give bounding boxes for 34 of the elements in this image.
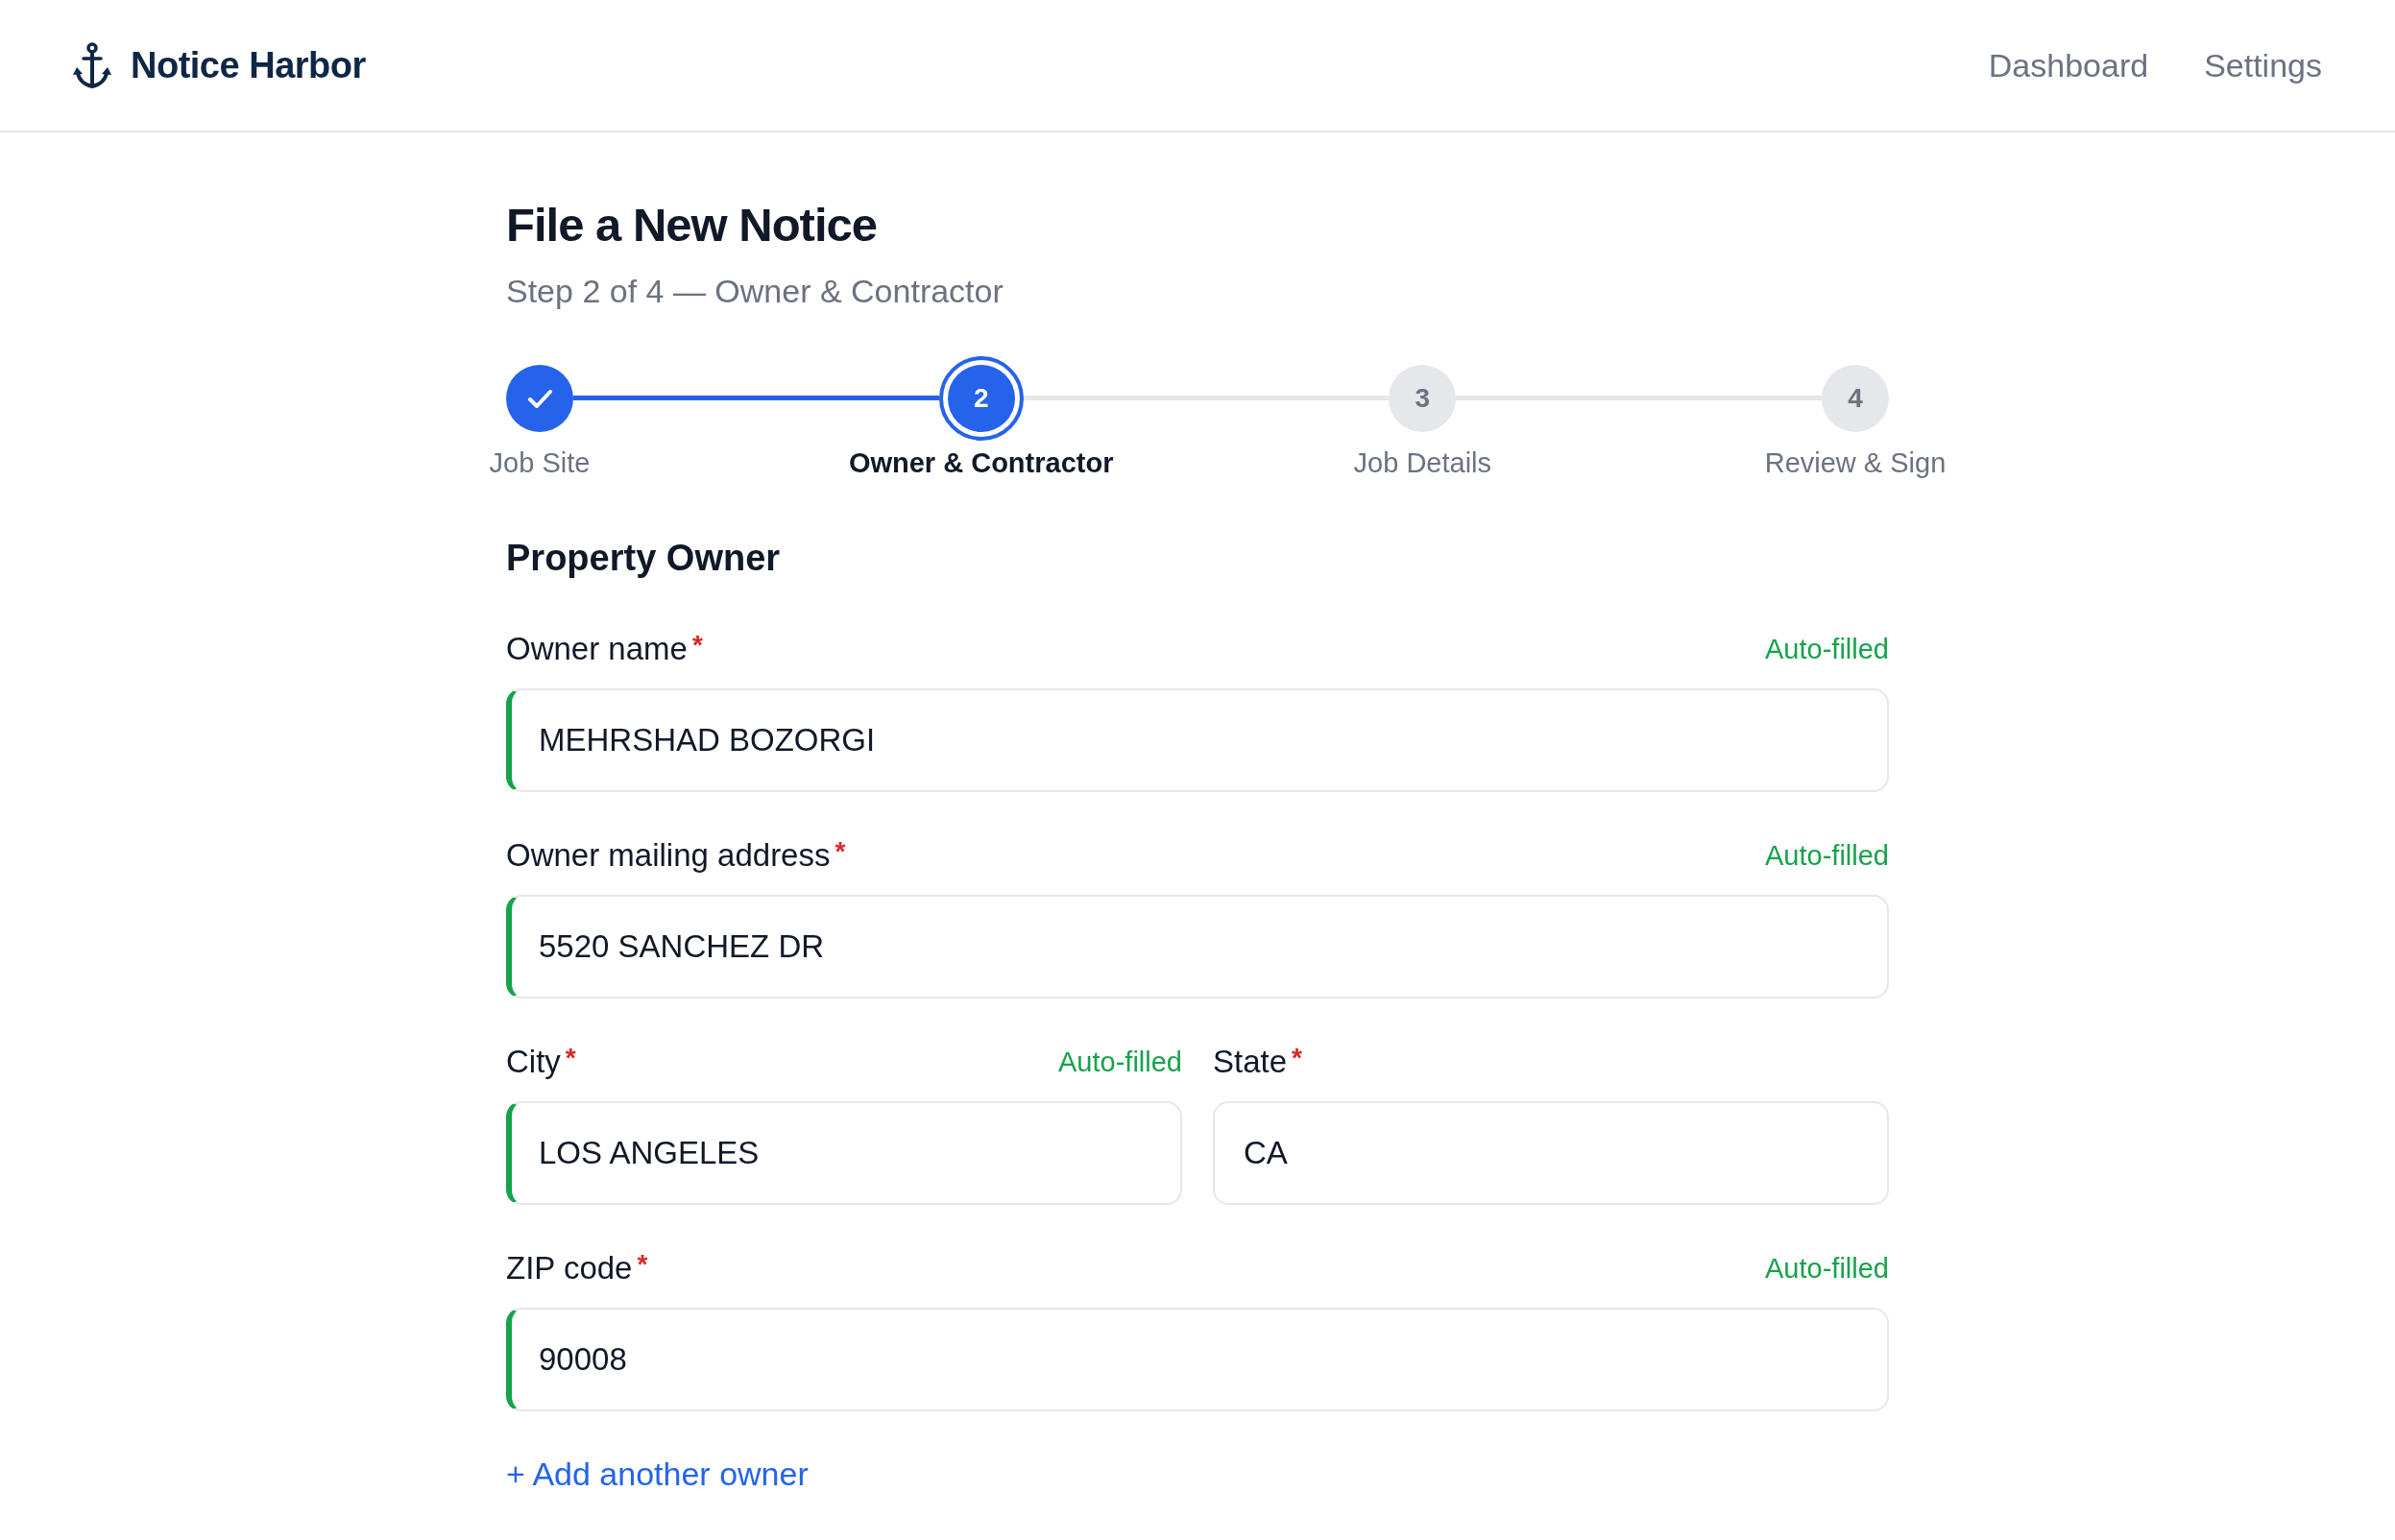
text-field[interactable]: 90008	[506, 1308, 1889, 1411]
autofill-note: Auto-filled	[1765, 633, 1889, 666]
required-asterisk: *	[691, 629, 703, 662]
step-label: Job Site	[489, 445, 591, 480]
section-heading: Property Owner	[506, 537, 782, 581]
required-asterisk: *	[637, 1248, 648, 1281]
text-field[interactable]: LOS ANGELES	[506, 1101, 1182, 1205]
field-label: State	[1213, 1043, 1288, 1081]
step-circle: 3	[1389, 364, 1457, 432]
required-asterisk: *	[835, 835, 846, 868]
required-asterisk: *	[565, 1042, 576, 1074]
autofill-note: Auto-filled	[1058, 1046, 1182, 1079]
field-label: City	[506, 1043, 561, 1081]
step-circle: 2	[938, 355, 1024, 441]
nav-link[interactable]: Settings	[2204, 46, 2322, 84]
text-field[interactable]: 5520 SANCHEZ DR	[506, 895, 1889, 999]
step-label: Job Details	[1353, 445, 1492, 480]
required-asterisk: *	[1292, 1042, 1302, 1074]
field-label: Owner name	[506, 630, 688, 668]
step-label: Review & Sign	[1764, 445, 1947, 480]
text-field[interactable]: MEHRSHAD BOZORGI	[506, 688, 1889, 792]
step-label: Owner & Contractor	[848, 445, 1114, 480]
page-subtitle: Step 2 of 4 — Owner & Contractor	[506, 271, 1004, 311]
field-label: Owner mailing address	[506, 836, 831, 875]
field-label: ZIP code	[506, 1249, 633, 1287]
page-title: File a New Notice	[506, 198, 878, 253]
add-owner-link[interactable]: + Add another owner	[506, 1455, 809, 1494]
anchor-icon	[72, 42, 112, 88]
nav-link[interactable]: Dashboard	[1988, 46, 2149, 84]
brand-name: Notice Harbor	[131, 44, 366, 86]
step-circle: 4	[1822, 364, 1889, 432]
autofill-note: Auto-filled	[1765, 1252, 1889, 1286]
autofill-note: Auto-filled	[1765, 839, 1889, 873]
text-field[interactable]: CA	[1213, 1101, 1889, 1205]
